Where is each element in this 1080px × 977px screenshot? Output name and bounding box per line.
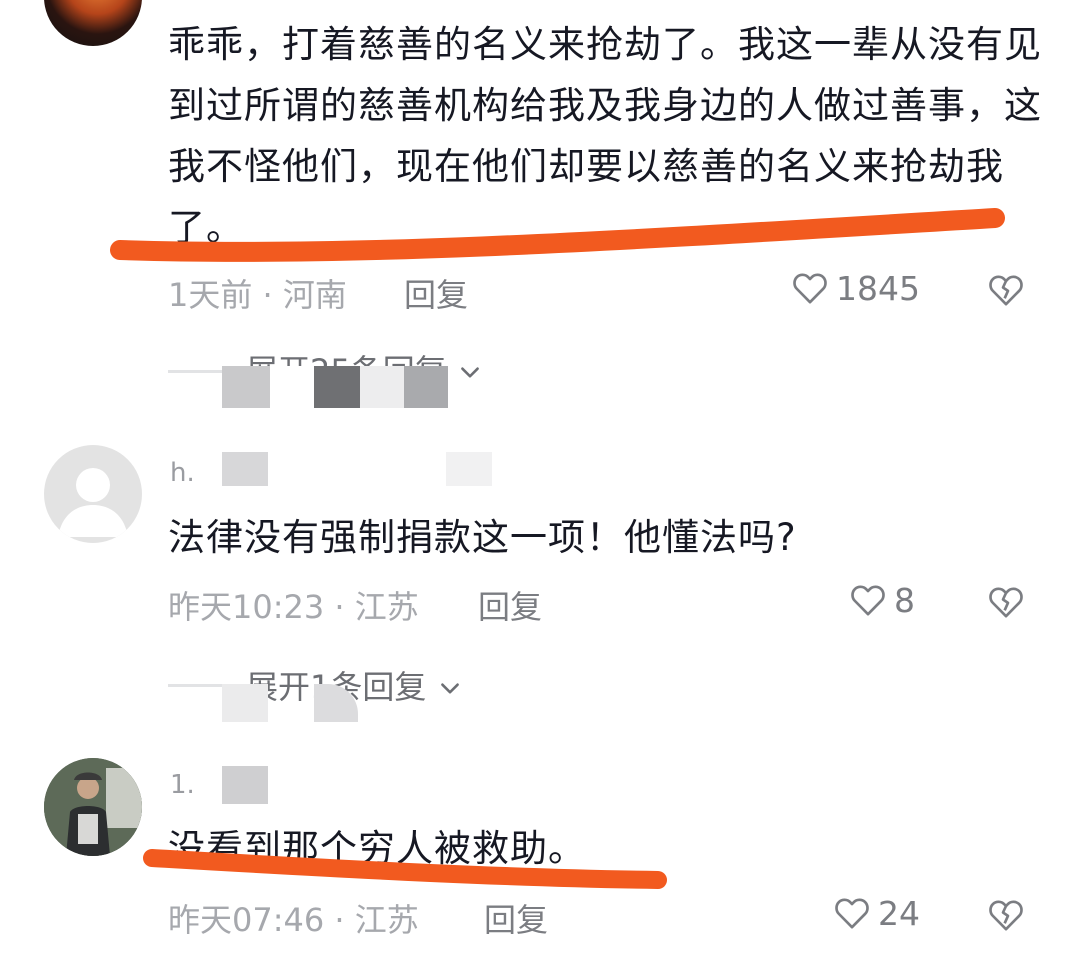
reply-button[interactable]: 回复: [484, 895, 548, 941]
like-count: 1845: [836, 268, 920, 308]
chevron-down-icon: [461, 367, 479, 378]
default-user-icon: [58, 468, 128, 537]
mosaic-block: [404, 366, 448, 408]
comment-text: 乖乖，打着慈善的名义来抢劫了。我这一辈从没有见到过所谓的慈善机构给我及我身边的人…: [168, 23, 1042, 249]
broken-heart-icon[interactable]: [986, 270, 1026, 310]
comment-text: 法律没有强制捐款这一项！他懂法吗?: [168, 516, 797, 559]
chevron-down-icon: [440, 683, 459, 694]
reply-button[interactable]: 回复: [404, 270, 468, 316]
heart-icon: [835, 898, 869, 929]
mosaic-block: [222, 684, 268, 722]
user-photo-icon: [44, 758, 142, 856]
heart-icon: [851, 585, 885, 616]
avatar[interactable]: [44, 445, 142, 543]
time-location: 1天前 · 河南: [168, 276, 347, 314]
mosaic-block: [314, 366, 360, 408]
like-button[interactable]: 8: [848, 580, 915, 620]
broken-heart-icon[interactable]: [986, 895, 1026, 935]
comment-text: 没看到那个穷人被救助。: [168, 827, 586, 870]
like-count: 24: [878, 893, 920, 933]
broken-heart-icon[interactable]: [986, 582, 1026, 622]
reply-button[interactable]: 回复: [478, 582, 542, 628]
username[interactable]: 1.: [170, 770, 195, 800]
comment-meta: 昨天07:46 · 江苏: [168, 895, 419, 941]
divider: [168, 684, 228, 687]
mosaic-block: [446, 452, 492, 486]
time-location: 昨天10:23 · 江苏: [168, 588, 419, 626]
mosaic-block: [270, 366, 314, 408]
divider: [168, 370, 228, 373]
like-button[interactable]: 1845: [790, 268, 920, 308]
mosaic-block: [222, 766, 268, 804]
time-location: 昨天07:46 · 江苏: [168, 901, 419, 939]
mosaic-block: [222, 452, 268, 486]
comment-meta: 昨天10:23 · 江苏: [168, 582, 419, 628]
like-button[interactable]: 24: [832, 893, 920, 933]
mosaic-block: [222, 366, 270, 408]
comment-meta: 1天前 · 河南: [168, 270, 347, 316]
heart-icon: [793, 273, 827, 304]
like-count: 8: [894, 580, 915, 620]
avatar[interactable]: [44, 0, 142, 46]
mosaic-block: [360, 366, 404, 408]
username[interactable]: h.: [170, 458, 195, 488]
avatar[interactable]: [44, 758, 142, 856]
